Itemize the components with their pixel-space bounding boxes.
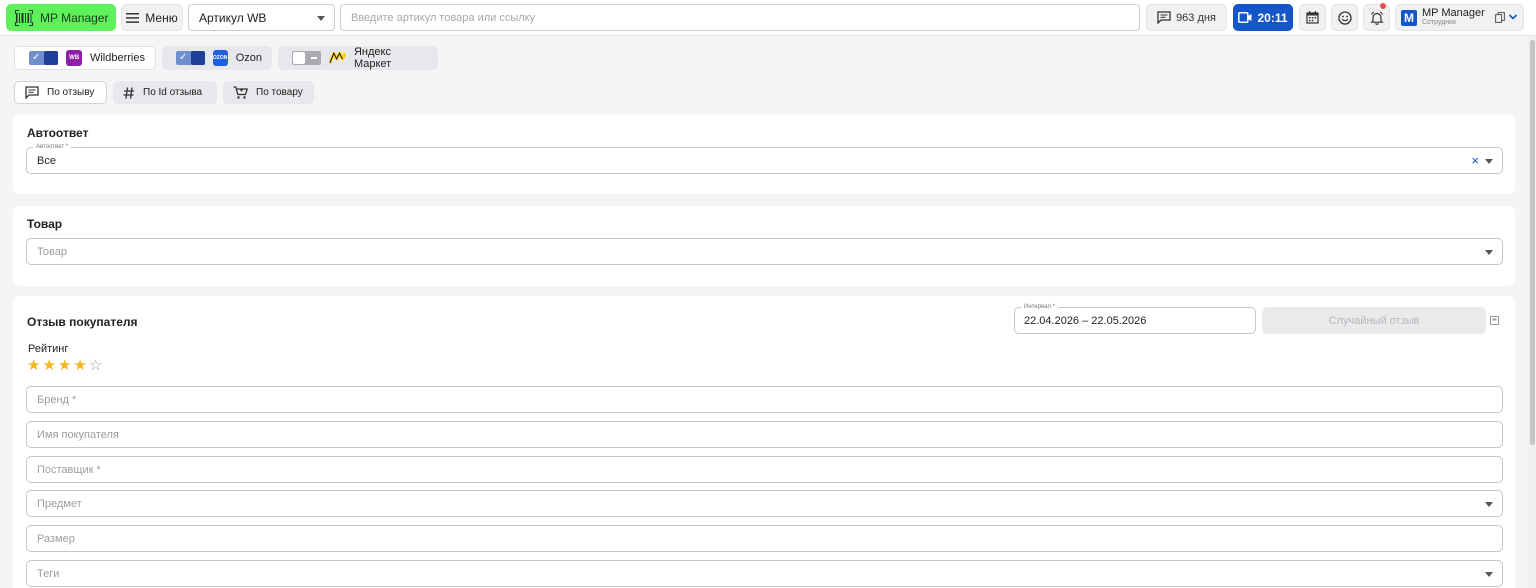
brand-field[interactable]: Бренд *: [26, 386, 1503, 413]
random-review-button[interactable]: Случайный отзыв: [1262, 307, 1486, 334]
video-icon: [1238, 12, 1252, 23]
tab-by-product[interactable]: По товару: [223, 81, 314, 104]
buyer-name-placeholder: Имя покупателя: [37, 428, 119, 441]
chevron-down-icon: [317, 16, 325, 21]
notification-dot: [1380, 3, 1386, 9]
video-time-button[interactable]: 20:11: [1233, 4, 1293, 31]
tags-select[interactable]: Теги: [26, 560, 1503, 587]
buyer-name-field[interactable]: Имя покупателя: [26, 421, 1503, 448]
info-square-icon[interactable]: [1490, 316, 1499, 325]
message-icon: [1157, 11, 1171, 24]
user-account-button[interactable]: M MP Manager Сотрудник: [1395, 4, 1524, 31]
marketplace-toggle-ozon[interactable]: ✓ OZON Ozon: [162, 46, 272, 70]
review-title: Отзыв покупателя: [27, 315, 138, 329]
autoanswer-select[interactable]: Автоответ * Все ×: [26, 143, 1503, 174]
user-name: MP Manager: [1422, 6, 1485, 19]
size-field[interactable]: Размер: [26, 525, 1503, 552]
tags-placeholder: Теги: [37, 567, 60, 580]
chevron-down-icon[interactable]: [1485, 502, 1493, 507]
tab-by-review[interactable]: По отзыву: [14, 81, 107, 104]
message-icon: [25, 86, 39, 99]
star-filled-icon[interactable]: ★: [27, 358, 40, 374]
smiley-icon: [1337, 10, 1352, 25]
hash-icon: [123, 86, 134, 99]
logo-button[interactable]: MP Manager: [6, 4, 116, 31]
user-info: MP Manager Сотрудник: [1422, 6, 1485, 28]
days-label: 963 дня: [1176, 11, 1216, 24]
wildberries-logo-icon: WB: [66, 50, 82, 66]
toggle-switch[interactable]: ✓: [176, 51, 205, 65]
product-card: Товар Товар: [13, 206, 1515, 286]
marketplace-name: Яндекс Маркет: [353, 46, 392, 70]
chevron-down-icon[interactable]: [1508, 12, 1518, 22]
field-legend: Интервал *: [1021, 303, 1058, 311]
interval-value: 22.04.2026 – 22.05.2026: [1024, 314, 1147, 327]
star-filled-icon[interactable]: ★: [58, 358, 71, 374]
search-input[interactable]: [340, 4, 1140, 31]
brand-placeholder: Бренд *: [37, 393, 77, 406]
toggle-switch[interactable]: ✓: [29, 51, 59, 65]
page-scrollbar[interactable]: [1528, 36, 1536, 588]
autoanswer-card: Автоответ Автоответ * Все ×: [13, 115, 1515, 194]
tab-label: По Id отзыва: [143, 87, 203, 98]
marketplace-name: Wildberries: [89, 52, 145, 64]
article-type-select[interactable]: Артикул WB: [188, 4, 335, 31]
tab-by-review-id[interactable]: По Id отзыва: [113, 81, 217, 104]
autoanswer-title: Автоответ: [27, 126, 89, 140]
marketplace-toggle-yandex[interactable]: Яндекс Маркет: [278, 46, 438, 70]
star-filled-icon[interactable]: ★: [42, 358, 55, 374]
random-review-label: Случайный отзыв: [1328, 314, 1420, 327]
supplier-placeholder: Поставщик *: [37, 463, 101, 476]
notifications-button[interactable]: [1363, 3, 1390, 31]
field-legend: Автоответ *: [33, 143, 72, 151]
barcode-logo-icon: [15, 9, 33, 26]
subject-placeholder: Предмет: [37, 497, 82, 510]
calendar-button[interactable]: [1299, 4, 1326, 31]
smiley-button[interactable]: [1331, 4, 1358, 31]
reviews-days-button[interactable]: 963 дня: [1146, 4, 1227, 31]
ozon-logo-icon: OZON: [212, 50, 228, 66]
copy-icon[interactable]: [1495, 12, 1505, 23]
avatar: M: [1401, 9, 1417, 26]
product-select[interactable]: Товар: [26, 238, 1503, 265]
subject-select[interactable]: Предмет: [26, 490, 1503, 517]
autoanswer-value: Все: [37, 154, 56, 167]
article-type-value: Артикул WB: [199, 10, 267, 25]
scrollbar-thumb[interactable]: [1530, 40, 1535, 445]
menu-button[interactable]: Меню: [121, 4, 183, 31]
time-label: 20:11: [1257, 10, 1288, 25]
rating-label: Рейтинг: [28, 343, 69, 355]
toggle-switch[interactable]: [292, 51, 321, 65]
chevron-down-icon[interactable]: [1485, 159, 1493, 164]
tab-label: По товару: [256, 87, 303, 98]
supplier-field[interactable]: Поставщик *: [26, 456, 1503, 483]
product-title: Товар: [27, 217, 63, 231]
chevron-down-icon[interactable]: [1485, 572, 1493, 577]
clear-icon[interactable]: ×: [1471, 154, 1479, 167]
top-bar: MP Manager Меню Артикул WB 963 дня 20:11: [0, 0, 1536, 36]
calendar-icon: [1306, 11, 1319, 24]
marketplace-name: Ozon: [235, 52, 262, 64]
cart-icon: [233, 85, 248, 99]
rating-stars[interactable]: ★ ★ ★ ★ ☆: [27, 358, 102, 374]
customer-review-card: Отзыв покупателя Интервал * 22.04.2026 –…: [13, 296, 1515, 588]
star-empty-icon[interactable]: ☆: [89, 358, 102, 374]
chevron-down-icon[interactable]: [1485, 250, 1493, 255]
hamburger-icon: [126, 12, 140, 23]
menu-label: Меню: [145, 10, 178, 25]
yandex-market-logo-icon: [328, 51, 346, 64]
interval-date-field[interactable]: Интервал * 22.04.2026 – 22.05.2026: [1014, 303, 1256, 334]
tab-label: По отзыву: [47, 87, 95, 98]
logo-label: MP Manager: [40, 10, 109, 25]
user-actions: [1495, 12, 1518, 23]
product-placeholder: Товар: [37, 245, 67, 258]
size-placeholder: Размер: [37, 532, 75, 545]
star-filled-icon[interactable]: ★: [73, 358, 86, 374]
marketplace-toggle-wildberries[interactable]: ✓ WB Wildberries: [14, 46, 156, 70]
user-role: Сотрудник: [1422, 18, 1457, 26]
bell-icon: [1369, 11, 1384, 25]
